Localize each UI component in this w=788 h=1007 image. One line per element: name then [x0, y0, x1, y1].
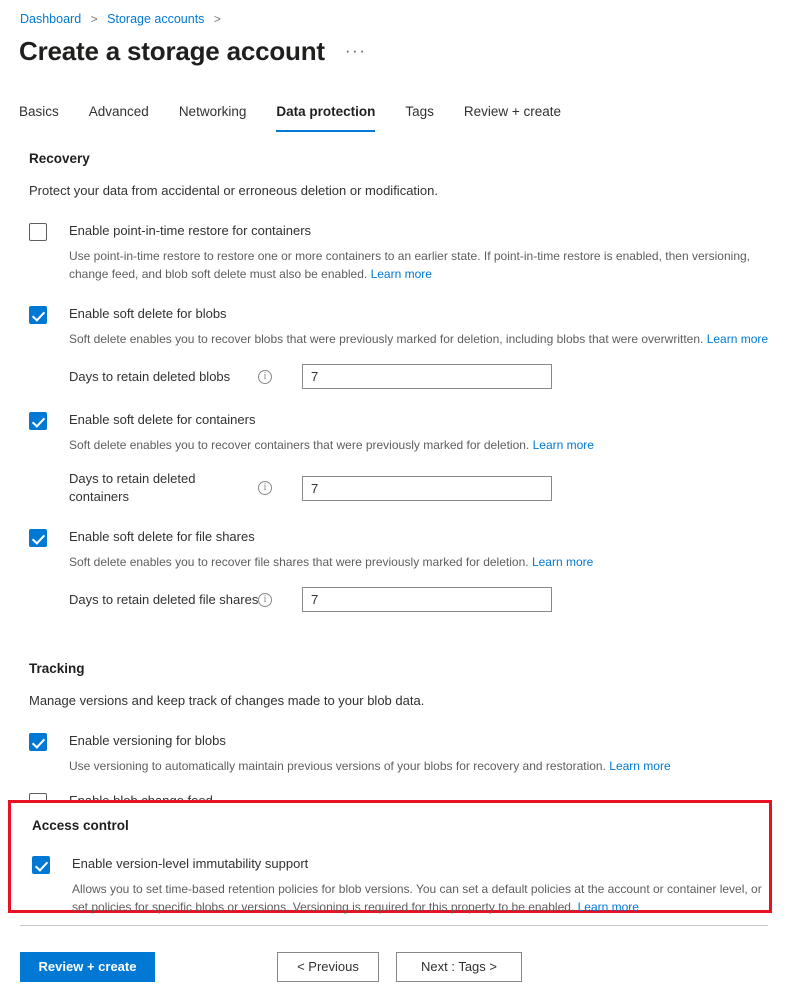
- soft-delete-blobs-label[interactable]: Enable soft delete for blobs: [69, 305, 227, 322]
- wizard-tabs: Basics Advanced Networking Data protecti…: [19, 103, 591, 132]
- days-retain-file-shares-field-row: Days to retain deleted file shares i: [69, 587, 788, 612]
- soft-delete-containers-checkbox[interactable]: [29, 412, 47, 430]
- version-level-immutability-row[interactable]: Enable version-level immutability suppor…: [32, 855, 769, 874]
- version-level-immutability-label[interactable]: Enable version-level immutability suppor…: [72, 855, 308, 872]
- soft-delete-file-shares-label[interactable]: Enable soft delete for file shares: [69, 528, 255, 545]
- tab-networking[interactable]: Networking: [179, 103, 247, 132]
- days-retain-file-shares-input[interactable]: [302, 587, 552, 612]
- breadcrumb: Dashboard > Storage accounts >: [20, 11, 227, 27]
- version-level-immutability-block: Enable version-level immutability suppor…: [32, 855, 769, 916]
- days-retain-containers-field-row: Days to retain deleted containers i: [69, 470, 788, 506]
- soft-delete-blobs-block: Enable soft delete for blobs Soft delete…: [29, 305, 788, 389]
- soft-delete-blobs-learn-more-link[interactable]: Learn more: [707, 332, 768, 346]
- point-in-time-restore-learn-more-link[interactable]: Learn more: [371, 267, 432, 281]
- soft-delete-file-shares-learn-more-link[interactable]: Learn more: [532, 555, 593, 569]
- soft-delete-file-shares-description-text: Soft delete enables you to recover file …: [69, 555, 529, 569]
- days-retain-containers-label: Days to retain deleted containers: [69, 471, 196, 504]
- point-in-time-restore-row[interactable]: Enable point-in-time restore for contain…: [29, 222, 788, 241]
- footer-divider: [20, 925, 768, 926]
- soft-delete-file-shares-checkbox[interactable]: [29, 529, 47, 547]
- soft-delete-file-shares-block: Enable soft delete for file shares Soft …: [29, 528, 788, 612]
- access-control-highlight-box: Access control Enable version-level immu…: [8, 800, 772, 916]
- version-level-immutability-learn-more-link[interactable]: Learn more: [578, 900, 639, 914]
- tab-data-protection[interactable]: Data protection: [276, 103, 376, 132]
- soft-delete-containers-label[interactable]: Enable soft delete for containers: [69, 411, 255, 428]
- breadcrumb-separator-icon: >: [90, 12, 98, 26]
- tab-tags[interactable]: Tags: [405, 103, 434, 132]
- versioning-block: Enable versioning for blobs Use versioni…: [29, 732, 788, 775]
- recovery-section-heading: Recovery: [29, 151, 90, 166]
- breadcrumb-item-storage-accounts[interactable]: Storage accounts: [107, 12, 204, 26]
- soft-delete-containers-description-text: Soft delete enables you to recover conta…: [69, 438, 530, 452]
- days-retain-blobs-label: Days to retain deleted blobs: [69, 368, 231, 384]
- soft-delete-blobs-row[interactable]: Enable soft delete for blobs: [29, 305, 788, 324]
- versioning-description: Use versioning to automatically maintain…: [69, 757, 785, 775]
- tab-basics[interactable]: Basics: [19, 103, 59, 132]
- versioning-row[interactable]: Enable versioning for blobs: [29, 732, 788, 751]
- point-in-time-restore-label[interactable]: Enable point-in-time restore for contain…: [69, 222, 311, 239]
- info-icon[interactable]: i: [258, 369, 272, 384]
- create-storage-account-page: Dashboard > Storage accounts > Create a …: [0, 0, 788, 1007]
- tab-advanced[interactable]: Advanced: [89, 103, 149, 132]
- recovery-section-subtitle: Protect your data from accidental or err…: [29, 183, 438, 198]
- soft-delete-containers-block: Enable soft delete for containers Soft d…: [29, 411, 788, 506]
- soft-delete-file-shares-row[interactable]: Enable soft delete for file shares: [29, 528, 788, 547]
- page-title: Create a storage account: [19, 36, 325, 66]
- info-icon[interactable]: i: [258, 592, 272, 607]
- versioning-label[interactable]: Enable versioning for blobs: [69, 732, 226, 749]
- title-row: Create a storage account ···: [19, 35, 366, 67]
- data-protection-content: Recovery Protect your data from accident…: [0, 150, 788, 835]
- breadcrumb-item-dashboard[interactable]: Dashboard: [20, 12, 81, 26]
- review-create-button[interactable]: Review + create: [20, 952, 155, 982]
- versioning-learn-more-link[interactable]: Learn more: [609, 759, 670, 773]
- wizard-footer: Review + create < Previous Next : Tags >: [0, 952, 788, 982]
- access-control-section: Access control Enable version-level immu…: [11, 803, 769, 916]
- version-level-immutability-checkbox[interactable]: [32, 856, 50, 874]
- soft-delete-blobs-checkbox[interactable]: [29, 306, 47, 324]
- soft-delete-blobs-description-text: Soft delete enables you to recover blobs…: [69, 332, 704, 346]
- access-control-heading: Access control: [32, 818, 129, 833]
- soft-delete-containers-description: Soft delete enables you to recover conta…: [69, 436, 785, 454]
- previous-button[interactable]: < Previous: [277, 952, 379, 982]
- versioning-checkbox[interactable]: [29, 733, 47, 751]
- days-retain-blobs-input[interactable]: [302, 364, 552, 389]
- point-in-time-restore-block: Enable point-in-time restore for contain…: [29, 222, 788, 283]
- info-icon[interactable]: i: [258, 481, 272, 495]
- next-button[interactable]: Next : Tags >: [396, 952, 522, 982]
- tracking-section-heading: Tracking: [29, 661, 85, 676]
- tab-review-create[interactable]: Review + create: [464, 103, 561, 132]
- version-level-immutability-description-text: Allows you to set time-based retention p…: [72, 882, 762, 914]
- soft-delete-containers-learn-more-link[interactable]: Learn more: [533, 438, 594, 452]
- days-retain-file-shares-label: Days to retain deleted file shares: [69, 591, 259, 607]
- point-in-time-restore-description: Use point-in-time restore to restore one…: [69, 247, 785, 283]
- point-in-time-restore-checkbox[interactable]: [29, 223, 47, 241]
- breadcrumb-separator-icon-2: >: [213, 12, 221, 26]
- soft-delete-blobs-description: Soft delete enables you to recover blobs…: [69, 330, 769, 348]
- versioning-description-text: Use versioning to automatically maintain…: [69, 759, 606, 773]
- version-level-immutability-description: Allows you to set time-based retention p…: [72, 880, 769, 916]
- tracking-section-subtitle: Manage versions and keep track of change…: [29, 693, 425, 708]
- days-retain-blobs-field-row: Days to retain deleted blobs i: [69, 364, 788, 389]
- soft-delete-file-shares-description: Soft delete enables you to recover file …: [69, 553, 785, 571]
- more-actions-icon[interactable]: ···: [345, 42, 366, 59]
- days-retain-containers-input[interactable]: [302, 475, 552, 501]
- soft-delete-containers-row[interactable]: Enable soft delete for containers: [29, 411, 788, 430]
